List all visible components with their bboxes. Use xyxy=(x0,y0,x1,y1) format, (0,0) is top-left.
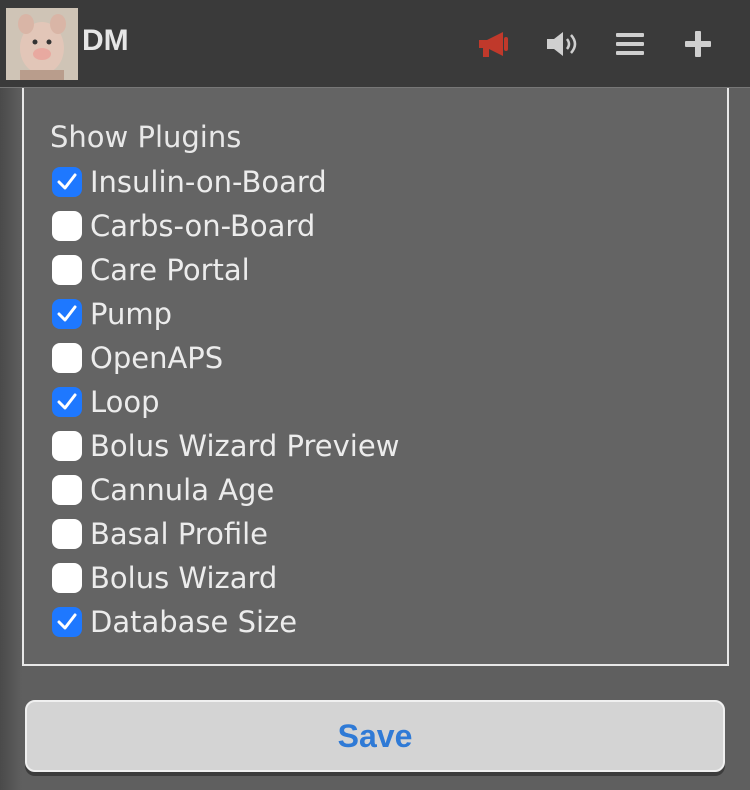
plugin-row[interactable]: Basal Profile xyxy=(52,512,399,556)
plugin-label: Pump xyxy=(90,297,173,331)
checkmark-icon xyxy=(57,173,77,190)
speaker-icon[interactable] xyxy=(540,22,584,66)
user-name: DM xyxy=(82,24,129,57)
save-button[interactable]: Save xyxy=(25,700,725,772)
plugin-label: OpenAPS xyxy=(90,341,224,375)
plugin-checkbox[interactable] xyxy=(52,431,82,461)
plugin-checkbox[interactable] xyxy=(52,211,82,241)
plugin-row[interactable]: Bolus Wizard xyxy=(52,556,399,600)
app-header: DM xyxy=(0,0,750,88)
megaphone-icon[interactable] xyxy=(471,22,515,66)
plugin-row[interactable]: OpenAPS xyxy=(52,336,399,380)
plugin-checkbox[interactable] xyxy=(52,299,82,329)
checkmark-icon xyxy=(57,305,77,322)
plugin-label: Bolus Wizard Preview xyxy=(90,429,400,463)
plugin-checkbox[interactable] xyxy=(52,475,82,505)
hamburger-menu-icon[interactable] xyxy=(608,22,652,66)
plugin-label: Basal Profile xyxy=(90,517,268,551)
checkmark-icon xyxy=(57,613,77,630)
plugin-label: Cannula Age xyxy=(90,473,275,507)
plugin-label: Carbs-on-Board xyxy=(90,209,316,243)
plugin-label: Loop xyxy=(90,385,160,419)
plugin-checkbox[interactable] xyxy=(52,255,82,285)
plugin-list: Insulin-on-Board Carbs-on-Board Care Porta… xyxy=(52,160,399,644)
plugin-checkbox[interactable] xyxy=(52,343,82,373)
avatar[interactable] xyxy=(6,8,78,80)
plugin-row[interactable]: Insulin-on-Board xyxy=(52,160,399,204)
panel-title: Show Plugins xyxy=(50,120,242,154)
panel-backdrop xyxy=(0,88,22,790)
plugin-row[interactable]: Pump xyxy=(52,292,399,336)
plugin-label: Insulin-on-Board xyxy=(90,165,327,199)
plugin-checkbox[interactable] xyxy=(52,563,82,593)
checkmark-icon xyxy=(57,393,77,410)
plugin-row[interactable]: Carbs-on-Board xyxy=(52,204,399,248)
plugin-row[interactable]: Cannula Age xyxy=(52,468,399,512)
plugin-label: Bolus Wizard xyxy=(90,561,278,595)
plugin-row[interactable]: Bolus Wizard Preview xyxy=(52,424,399,468)
plugin-label: Database Size xyxy=(90,605,298,639)
plugin-checkbox[interactable] xyxy=(52,167,82,197)
plus-icon[interactable] xyxy=(676,22,720,66)
plugins-panel: Show Plugins Insulin-on-Board Carbs-on-Bo… xyxy=(22,88,729,666)
plugin-checkbox[interactable] xyxy=(52,519,82,549)
plugin-checkbox[interactable] xyxy=(52,387,82,417)
plugin-row[interactable]: Care Portal xyxy=(52,248,399,292)
plugin-row[interactable]: Database Size xyxy=(52,600,399,644)
plugin-label: Care Portal xyxy=(90,253,250,287)
plugin-row[interactable]: Loop xyxy=(52,380,399,424)
plugin-checkbox[interactable] xyxy=(52,607,82,637)
